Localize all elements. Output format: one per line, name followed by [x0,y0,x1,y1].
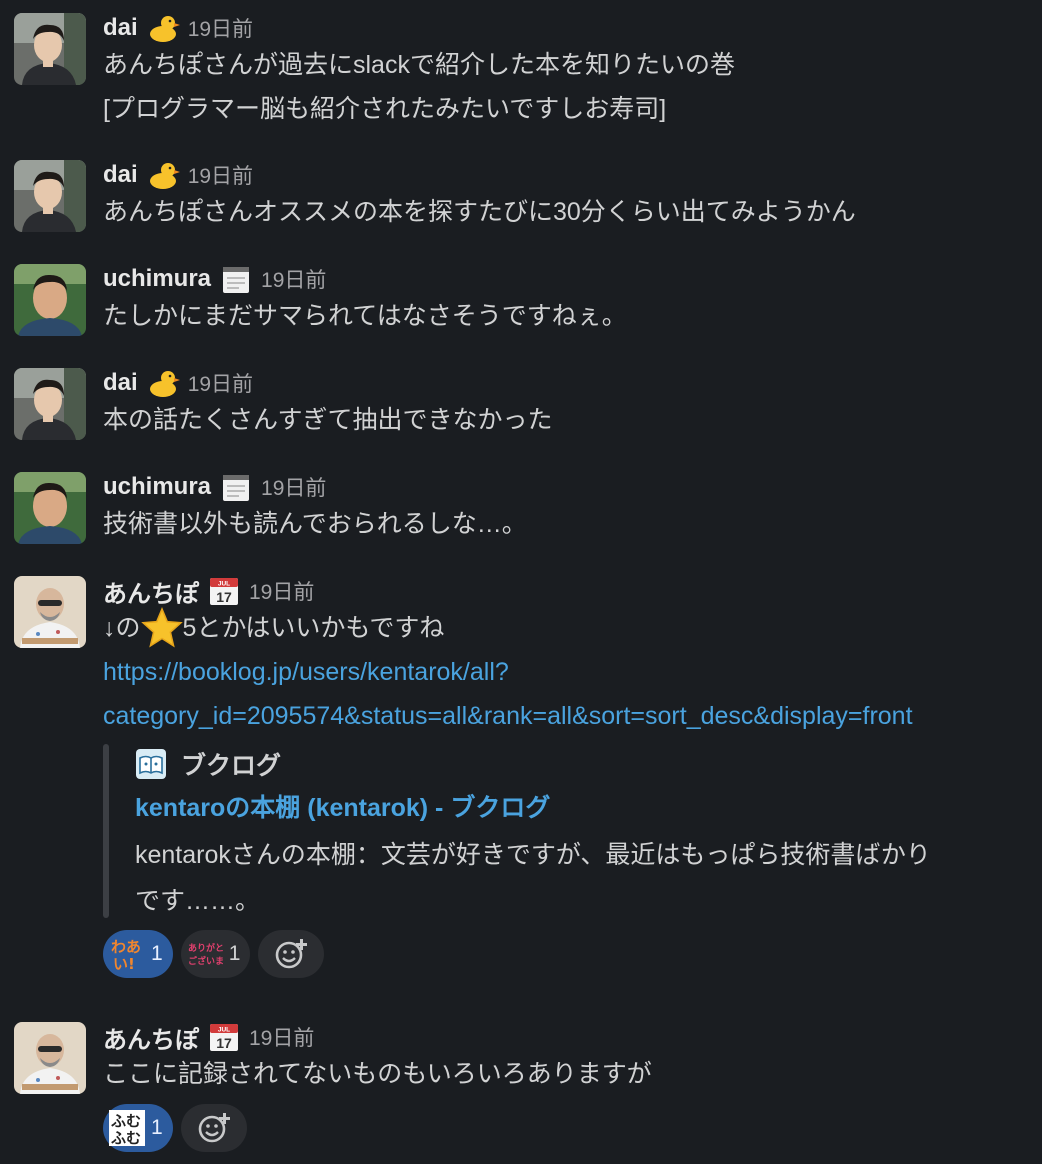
author-name[interactable]: dai [103,161,138,189]
svg-text:ふむ: ふむ [111,1129,141,1146]
author-name[interactable]: uchimura [103,265,211,293]
message-text: ここに記録されてないものもいろいろありますが [103,1060,652,1088]
svg-text:ございます: ございます [188,955,223,967]
author-name[interactable]: dai [103,369,138,397]
message-text-before: ↓の [103,614,141,642]
duck-icon [146,160,180,190]
reactions-bar: ふむ ふむ 1 [103,1104,1032,1152]
unfurl-description: です……。 [135,887,261,915]
avatar-uchimura[interactable] [14,264,86,336]
message-feed: JUL 17 [0,0,1042,1164]
author-name[interactable]: あんちぽ [103,1020,199,1055]
reaction-arigatou[interactable]: ありがとう ございます 1 [180,930,251,978]
add-emoji-icon [274,937,308,971]
avatar-anchipo[interactable] [14,1022,86,1094]
booklog-icon [135,748,167,780]
booklog-link[interactable]: https://booklog.jp/users/kentarok/all? [103,650,1032,694]
duck-icon [146,13,180,43]
add-reaction-button[interactable] [258,930,325,978]
message-text: ↓の 5とかはいいかもですね [103,606,1032,650]
author-name[interactable]: uchimura [103,473,211,501]
waai-emoji: わあ い! [109,936,145,972]
reaction-count: 1 [151,1116,163,1139]
author-name[interactable]: dai [103,14,138,42]
unfurl-source: ブクログ [181,752,282,780]
booklog-link[interactable]: category_id=2095574&status=all&rank=all&… [103,694,1032,738]
reaction-fumufumu[interactable]: ふむ ふむ 1 [103,1104,173,1152]
message-text: あんちぽさんオススメの本を探すたびに30分くらい出てみようかん [103,198,856,226]
reaction-count: 1 [151,942,163,965]
message-text: 本の話たくさんすぎて抽出できなかった [103,406,553,434]
avatar-dai[interactable] [14,368,86,440]
reaction-waai[interactable]: わあ い! 1 [103,930,173,978]
svg-text:ふむ: ふむ [111,1112,141,1130]
svg-text:ありがとう: ありがとう [188,942,223,954]
svg-text:い!: い! [113,955,135,972]
timestamp[interactable]: 19日前 [261,472,326,502]
message-text: 技術書以外も読んでおられるしな…。 [103,510,527,538]
message-text: [プログラマー脳も紹介されたみたいですしお寿司] [103,95,667,123]
spiral-notepad-icon [219,264,253,294]
message-text: あんちぽさんが過去にslackで紹介した本を知りたいの巻 [103,51,735,79]
calendar-icon [207,576,241,606]
star-icon [141,607,183,649]
avatar-dai[interactable] [14,160,86,232]
unfurl-bar [103,744,109,918]
calendar-icon [207,1022,241,1052]
unfurl-title-link[interactable]: kentaroの本棚 (kentarok) - ブクログ [135,784,1032,832]
reactions-bar: わあ い! 1 ありがとう ございます 1 [103,930,1032,978]
message-text-after: 5とかはいいかもですね [182,614,445,642]
avatar-uchimura[interactable] [14,472,86,544]
timestamp[interactable]: 19日前 [188,368,253,398]
avatar-dai[interactable] [14,13,86,85]
timestamp[interactable]: 19日前 [249,1022,314,1052]
link-unfurl: ブクログ kentaroの本棚 (kentarok) - ブクログ kentar… [103,744,1032,920]
author-name[interactable]: あんちぽ [103,574,199,609]
spiral-notepad-icon [219,472,253,502]
timestamp[interactable]: 19日前 [188,13,253,43]
avatar-anchipo[interactable] [14,576,86,648]
add-reaction-button[interactable] [180,1104,247,1152]
arigatou-emoji: ありがとう ございます [187,936,223,972]
timestamp[interactable]: 19日前 [249,576,314,606]
timestamp[interactable]: 19日前 [188,160,253,190]
reaction-count: 1 [228,942,241,965]
message-text: たしかにまだサマられてはなさそうですねぇ。 [103,302,627,330]
svg-text:わあ: わあ [111,938,141,956]
fumufumu-emoji: ふむ ふむ [109,1110,145,1146]
duck-icon [146,368,180,398]
add-emoji-icon [197,1111,231,1145]
unfurl-description: kentarokさんの本棚：文芸が好きですが、最近はもっぱら技術書ばかり [135,841,931,869]
timestamp[interactable]: 19日前 [261,264,326,294]
